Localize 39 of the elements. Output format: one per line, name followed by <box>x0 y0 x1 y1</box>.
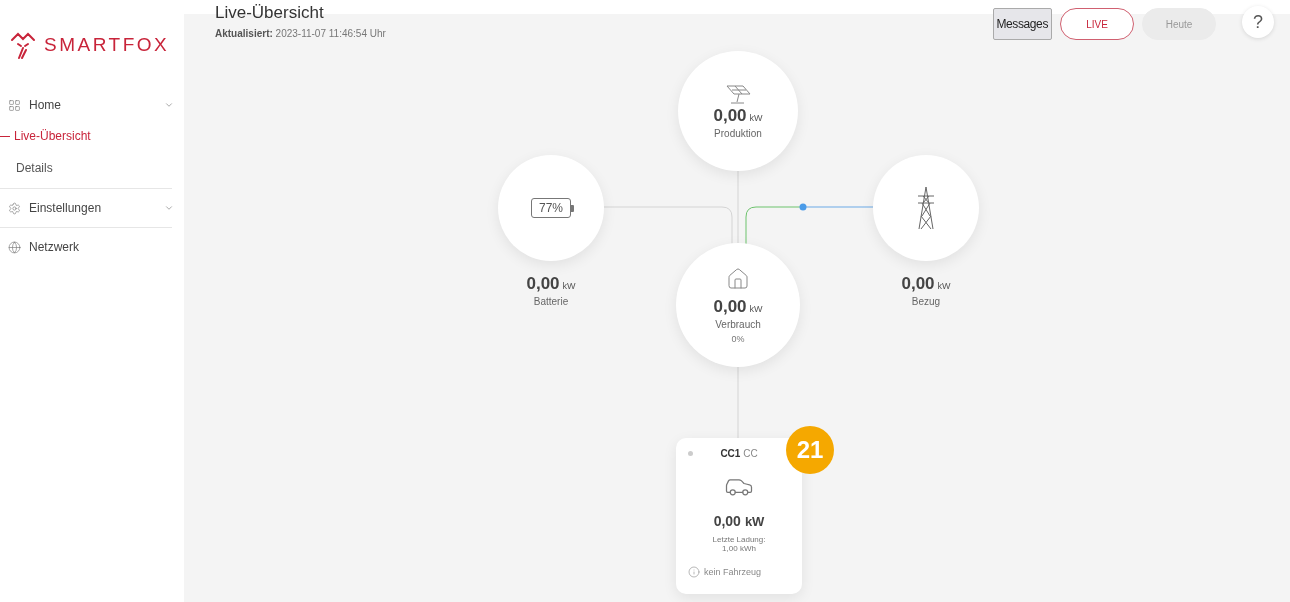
power-value: 0,00 kW <box>713 105 763 126</box>
count-badge: 21 <box>786 426 834 474</box>
fox-logo-icon <box>10 30 36 60</box>
globe-icon <box>8 240 21 254</box>
chevron-down-icon <box>164 203 174 213</box>
share-text: 0% <box>731 333 745 344</box>
page-title: Live-Übersicht <box>215 2 325 24</box>
nav-subitem[interactable]: Live-Übersicht <box>0 120 184 152</box>
node-label: Batterie <box>533 296 569 307</box>
power-pylon-icon <box>915 186 937 230</box>
info-icon <box>688 566 700 578</box>
node-label: Bezug <box>911 296 941 307</box>
chevron-down-icon <box>164 100 174 110</box>
power-value: 0,00 kW <box>901 274 951 294</box>
house-icon <box>726 266 750 291</box>
mode-tab[interactable]: LIVE <box>1060 8 1134 40</box>
nav-item[interactable]: Einstellungen <box>0 193 184 223</box>
power-value: 0,00 kW <box>526 274 576 294</box>
flow-dot <box>799 203 807 211</box>
brand-logo-text: SMARTFOX <box>44 34 170 56</box>
updated-timestamp: Aktualisiert: 2023-11-07 11:46:54 Uhr <box>215 28 386 39</box>
help-button[interactable]: ? <box>1242 6 1274 38</box>
gear-icon <box>8 201 21 215</box>
solar-panel-icon <box>724 83 752 106</box>
nav-item[interactable]: Home <box>0 90 184 120</box>
battery-indicator: 77% <box>531 198 571 218</box>
power-value: 0,00 kW <box>713 296 763 317</box>
nav-subitem[interactable]: Details <box>0 152 184 184</box>
status-dot <box>688 451 693 456</box>
nav-item[interactable]: Netzwerk <box>0 232 184 262</box>
node-label: Produktion <box>714 127 762 139</box>
node-label: Verbrauch <box>715 318 761 330</box>
vehicle-status: kein Fahrzeug <box>704 567 762 577</box>
grid-icon <box>8 98 21 112</box>
last-charge-value: 1,00 kWh <box>722 544 756 553</box>
last-charge-label: Letzte Ladung: <box>712 535 766 544</box>
charger-power: 0,00 kW <box>713 513 765 529</box>
charger-name: CC1 CC <box>719 448 759 459</box>
messages-button[interactable]: Messages <box>992 8 1052 40</box>
